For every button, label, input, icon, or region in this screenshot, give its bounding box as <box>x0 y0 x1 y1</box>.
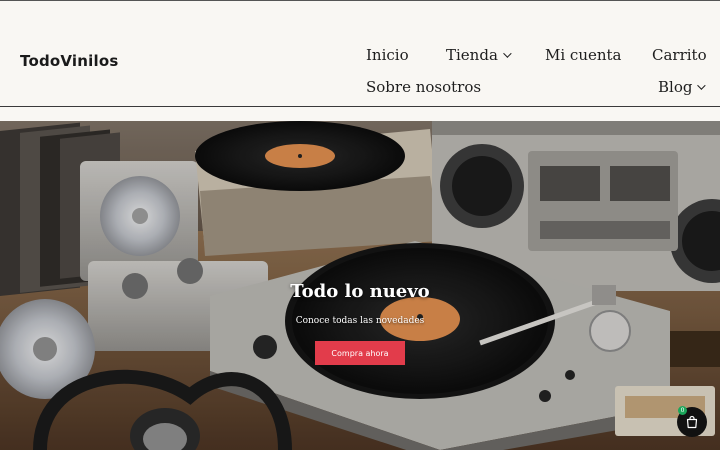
hero-subtitle: Conoce todas las novedades <box>295 316 425 326</box>
shopping-bag-icon <box>686 415 698 429</box>
nav-item-label: Tienda <box>446 46 498 64</box>
shop-now-button[interactable]: Compra ahora <box>315 341 405 365</box>
nav-item-label: Carrito <box>652 46 707 64</box>
nav-item-label: Mi cuenta <box>545 46 622 64</box>
hero-banner: Todo lo nuevo Conoce todas las novedades… <box>0 121 720 450</box>
chevron-down-icon <box>503 49 512 58</box>
nav-item-inicio[interactable]: Inicio <box>366 46 409 64</box>
nav-item-label: Sobre nosotros <box>366 78 482 96</box>
hero-title: Todo lo nuevo <box>290 281 430 302</box>
nav-item-label: Blog <box>658 78 693 96</box>
nav-item-label: Inicio <box>366 46 409 64</box>
chevron-down-icon <box>697 81 707 90</box>
nav-item-carrito[interactable]: Carrito <box>652 46 707 64</box>
nav-item-sobre-nosotros[interactable]: Sobre nosotros <box>366 78 481 96</box>
nav-item-blog[interactable]: Blog <box>658 78 707 96</box>
nav-item-tienda[interactable]: Tienda <box>446 46 512 64</box>
site-logo[interactable]: TodoVinilos <box>20 52 118 70</box>
cart-count-badge: 0 <box>678 406 687 415</box>
site-header: TodoVinilos Inicio Tienda Mi cuenta Carr… <box>0 1 720 107</box>
nav-item-mi-cuenta[interactable]: Mi cuenta <box>545 46 622 64</box>
